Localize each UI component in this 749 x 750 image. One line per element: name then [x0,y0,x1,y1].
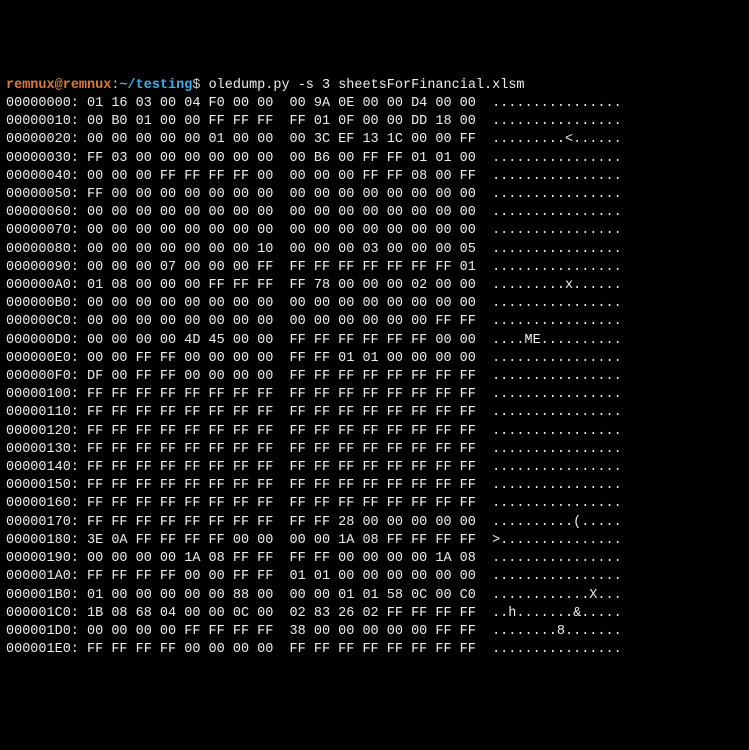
command-input[interactable]: oledump.py -s 3 sheetsForFinancial.xlsm [209,78,525,93]
prompt-user: remnux [6,78,55,93]
prompt-dollar: $ [192,78,200,93]
prompt-path: ~/testing [119,78,192,93]
prompt-at: @ [55,78,63,93]
hex-dump-output: 00000000: 01 16 03 00 04 F0 00 00 00 9A … [6,95,743,659]
prompt-host: remnux [63,78,112,93]
